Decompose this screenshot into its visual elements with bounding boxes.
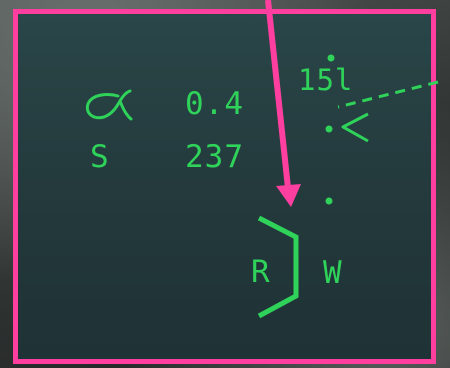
hud-scene: 0.4 S 237 15l R W [0, 0, 450, 368]
speed-value: 237 [185, 139, 244, 175]
hud-display-panel [13, 9, 436, 364]
heading-value: 15l [298, 63, 354, 97]
hexagon-label: R [251, 254, 271, 290]
side-label: W [323, 255, 343, 291]
speed-label: S [90, 139, 110, 175]
alpha-value: 0.4 [185, 86, 244, 122]
